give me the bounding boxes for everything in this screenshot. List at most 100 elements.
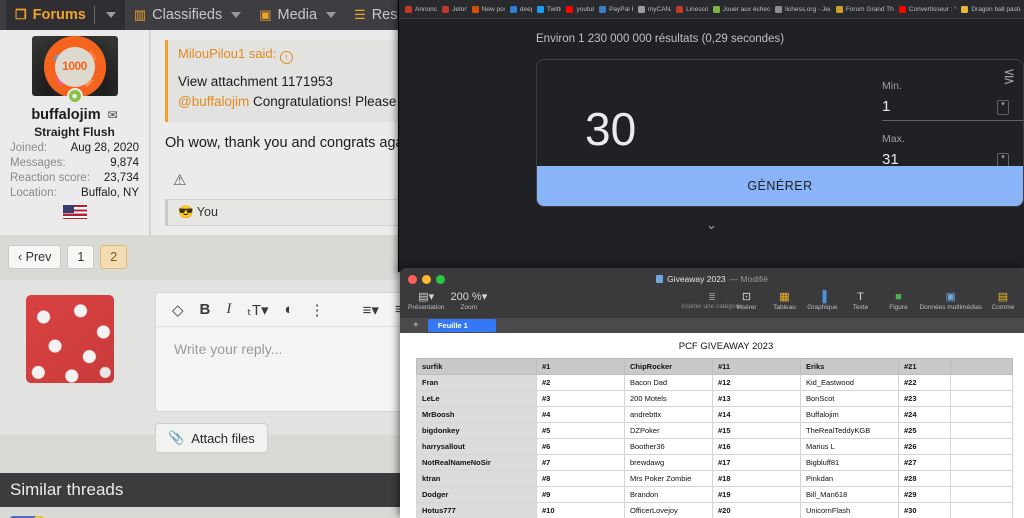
table-cell[interactable]: Hotus777 (416, 502, 537, 518)
table-cell[interactable]: Marius L (800, 438, 899, 455)
bookmark-item[interactable]: PayPal FR (597, 5, 633, 13)
table-cell[interactable]: #27 (898, 454, 951, 471)
table-cell[interactable]: #9 (536, 486, 625, 503)
table-cell[interactable]: #12 (712, 374, 801, 391)
spreadsheet-canvas[interactable]: PCF GIVEAWAY 2023 surfik #1 ChipRocker #11 E… (400, 333, 1024, 518)
table-cell[interactable]: #5 (536, 422, 625, 439)
bookmark-item[interactable]: Linescore (674, 5, 708, 13)
table-cell[interactable] (950, 358, 1013, 375)
toolbar-figure[interactable]: ■ Figure (881, 291, 915, 311)
table-row[interactable]: bigdonkey #5 DZPoker #15 TheRealTeddyKGB #25 (416, 422, 1013, 439)
username[interactable]: buffalojim ✉ (8, 107, 141, 123)
bookmark-item[interactable]: Convertisseur : You... (897, 5, 956, 13)
chevron-down-icon[interactable] (326, 12, 337, 18)
table-row[interactable]: harrysallout #6 Boother36 #16 Marius L #26 (416, 438, 1013, 455)
table-cell[interactable]: brewdawg (624, 454, 713, 471)
table-cell[interactable]: BonScot (800, 390, 899, 407)
table-cell[interactable]: surfik (416, 358, 537, 375)
bookmark-item[interactable]: Annonces (403, 5, 437, 13)
eraser-icon[interactable]: ◇ (172, 301, 184, 319)
table-cell[interactable]: #21 (898, 358, 951, 375)
avatar[interactable]: 1000 (31, 36, 118, 96)
table-cell[interactable]: Kid_Eastwood (800, 374, 899, 391)
table-cell[interactable]: #1 (536, 358, 625, 375)
table-cell[interactable] (950, 390, 1013, 407)
bookmark-item[interactable]: Jouer aux échecs e... (711, 5, 770, 13)
bookmark-item[interactable]: Twitter (535, 5, 561, 13)
table-cell[interactable]: TheRealTeddyKGB (800, 422, 899, 439)
table-cell[interactable]: #30 (898, 502, 951, 518)
add-sheet-button[interactable]: + (404, 320, 428, 331)
table-cell[interactable]: #25 (898, 422, 951, 439)
table-cell[interactable] (950, 502, 1013, 518)
table-cell[interactable]: LeLe (416, 390, 537, 407)
table-cell[interactable]: Mrs Poker Zombie (624, 470, 713, 487)
table-cell[interactable] (950, 470, 1013, 487)
table-cell[interactable]: #14 (712, 406, 801, 423)
table-cell[interactable]: Boother36 (624, 438, 713, 455)
toolbar-donn-es-multim-dias[interactable]: ▣ Données multimédias (919, 291, 982, 311)
table-cell[interactable]: DZPoker (624, 422, 713, 439)
bullet-list-icon[interactable]: ≡▾ (363, 301, 379, 319)
page-button-2[interactable]: 2 (100, 245, 128, 269)
table-cell[interactable] (950, 374, 1013, 391)
prev-page-button[interactable]: ‹ Prev (8, 245, 62, 269)
page-button-1[interactable]: 1 (67, 245, 95, 269)
table-cell[interactable] (950, 406, 1013, 423)
bookmark-item[interactable]: Forum Grand Theft ... (834, 5, 894, 13)
table-cell[interactable]: #26 (898, 438, 951, 455)
table-cell[interactable]: #8 (536, 470, 625, 487)
toolbar-texte[interactable]: T Texte (843, 291, 877, 311)
table-cell[interactable]: OfficerLovejoy (624, 502, 713, 518)
sheet-tab-feuille-1[interactable]: Feuille 1 (427, 319, 496, 332)
table-cell[interactable]: #19 (712, 486, 801, 503)
nav-item-forums[interactable]: ❐ Forums (6, 0, 125, 30)
table-cell[interactable]: Dodger (416, 486, 537, 503)
table-cell[interactable]: #4 (536, 406, 625, 423)
table-cell[interactable] (950, 486, 1013, 503)
toolbar-zoom[interactable]: 200 %▾ Zoom (451, 291, 488, 311)
italic-icon[interactable]: I (226, 301, 231, 318)
table-cell[interactable]: harrysallout (416, 438, 537, 455)
toolbar-graphique[interactable]: ▐ Graphique (805, 291, 839, 311)
bookmark-item[interactable]: lichess.org - Jeu d'... (773, 5, 831, 13)
table-cell[interactable]: #13 (712, 390, 801, 407)
table-cell[interactable]: #10 (536, 502, 625, 518)
nav-item-media[interactable]: ▣ Media (250, 0, 345, 30)
table-cell[interactable]: #17 (712, 454, 801, 471)
table-cell[interactable]: Bacon Dad (624, 374, 713, 391)
table-row[interactable]: NotRealNameNoSir #7 brewdawg #17 Bigbluff81 #… (416, 454, 1013, 471)
table-cell[interactable]: #20 (712, 502, 801, 518)
toolbar-ins-rer[interactable]: ⊡ Insérer (729, 291, 763, 311)
table-cell[interactable]: #29 (898, 486, 951, 503)
table-cell[interactable]: #11 (712, 358, 801, 375)
chevron-down-icon[interactable] (105, 12, 116, 18)
table-cell[interactable] (950, 422, 1013, 439)
table-cell[interactable]: Buffalojim (800, 406, 899, 423)
nav-item-classifieds[interactable]: ▥ Classifieds (125, 0, 250, 30)
bookmark-item[interactable]: New posts (470, 5, 505, 13)
bookmark-item[interactable]: youtube (564, 5, 594, 13)
bookmark-item[interactable]: myCANAL (636, 5, 671, 13)
font-size-icon[interactable]: ₜT▾ (247, 301, 268, 319)
table-row[interactable]: MrBoosh #4 andrebttx #14 Buffalojim #24 (416, 406, 1013, 423)
bookmark-item[interactable]: deepl (508, 5, 532, 13)
table-row[interactable]: surfik #1 ChipRocker #11 Eriks #21 (416, 358, 1013, 375)
chevron-down-icon[interactable] (231, 12, 242, 18)
jump-to-quote-icon[interactable]: ↑ (279, 51, 293, 64)
table-cell[interactable]: UnicornFlash (800, 502, 899, 518)
table-cell[interactable]: #15 (712, 422, 801, 439)
toolbar-pr-sentation[interactable]: ▤▾ Présentation (408, 291, 445, 311)
table-cell[interactable]: Pinkdan (800, 470, 899, 487)
table-row[interactable]: Hotus777 #10 OfficerLovejoy #20 UnicornFlash… (416, 502, 1013, 518)
table-cell[interactable]: Bill_Man618 (800, 486, 899, 503)
table-cell[interactable]: ChipRocker (624, 358, 713, 375)
table-cell[interactable]: Bigbluff81 (800, 454, 899, 471)
table-cell[interactable]: #3 (536, 390, 625, 407)
table-cell[interactable] (950, 454, 1013, 471)
table-row[interactable]: LeLe #3 200 Motels #13 BonScot #23 (416, 390, 1013, 407)
table-cell[interactable]: #28 (898, 470, 951, 487)
envelope-icon[interactable]: ✉ (108, 108, 118, 122)
min-stepper[interactable]: ▾ (997, 100, 1009, 115)
table-cell[interactable]: bigdonkey (416, 422, 537, 439)
